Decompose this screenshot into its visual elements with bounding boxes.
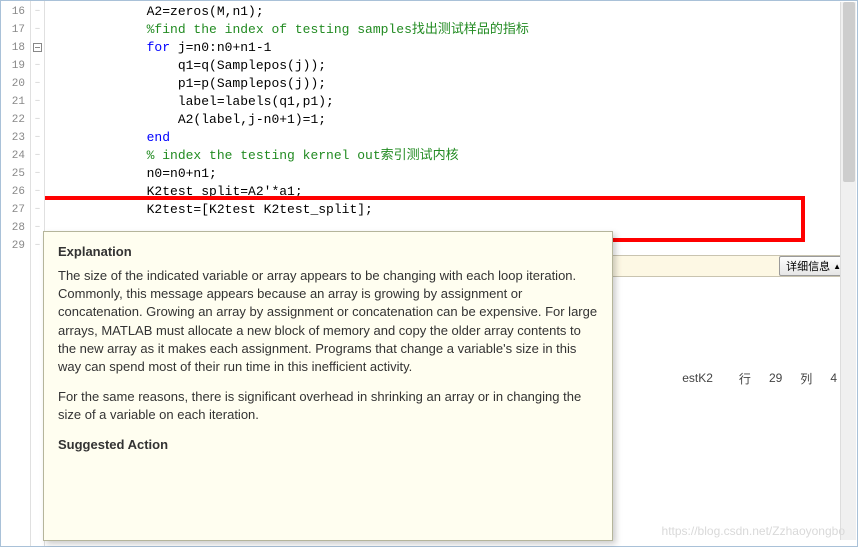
tooltip-heading: Suggested Action (58, 437, 598, 452)
code-text: A2(label,j-n0+1)=1; (178, 112, 326, 127)
line-number: 16 (1, 3, 25, 21)
code-comment: % index the testing kernel out索引测试内核 (147, 148, 459, 163)
code-text: n0=n0+n1; (147, 166, 217, 181)
line-number: 24 (1, 147, 25, 165)
vertical-scrollbar[interactable] (840, 2, 856, 540)
watermark-text: https://blog.csdn.net/Zzhaoyongbo (662, 524, 845, 538)
code-text: K2test=[K2test K2test_split]; (147, 202, 373, 217)
code-text: q1=q(Samplepos(j)); (178, 58, 326, 73)
line-number: 25 (1, 165, 25, 183)
code-keyword: for (147, 40, 170, 55)
fold-dash: – (31, 201, 44, 219)
status-line-value: 29 (769, 371, 782, 385)
line-number: 17 (1, 21, 25, 39)
fold-toggle[interactable] (31, 39, 44, 57)
line-number: 19 (1, 57, 25, 75)
line-number: 27 (1, 201, 25, 219)
fold-dash: – (31, 57, 44, 75)
editor-frame: 16 17 18 19 20 21 22 23 24 25 26 27 28 2… (0, 0, 858, 547)
status-line-label: 行 (739, 370, 751, 387)
explanation-tooltip: Explanation The size of the indicated va… (43, 231, 613, 541)
fold-dash: – (31, 75, 44, 93)
fold-minus-icon (33, 43, 42, 52)
status-bar: estK2 行 29 列 4 (674, 369, 837, 387)
fold-dash: – (31, 93, 44, 111)
fold-dash: – (31, 129, 44, 147)
fold-dash: – (31, 21, 44, 39)
tooltip-heading: Explanation (58, 244, 598, 259)
fold-dash: – (31, 3, 44, 21)
line-number: 18 (1, 39, 25, 57)
code-text: p1=p(Samplepos(j)); (178, 76, 326, 91)
fold-dash: – (31, 165, 44, 183)
line-number: 28 (1, 219, 25, 237)
line-number: 21 (1, 93, 25, 111)
status-tab-name[interactable]: estK2 (674, 369, 721, 387)
code-comment: %find the index of testing samples找出测试样品… (147, 22, 529, 37)
fold-dash: – (31, 111, 44, 129)
tooltip-paragraph: For the same reasons, there is significa… (58, 388, 598, 424)
fold-dash: – (31, 147, 44, 165)
line-number: 20 (1, 75, 25, 93)
fold-dash: – (31, 183, 44, 201)
line-number: 23 (1, 129, 25, 147)
status-col-label: 列 (800, 370, 812, 387)
code-keyword: end (147, 130, 170, 145)
details-button[interactable]: 详细信息 ▲ (779, 256, 848, 276)
line-number: 29 (1, 237, 25, 255)
tooltip-paragraph: The size of the indicated variable or ar… (58, 267, 598, 376)
details-button-label: 详细信息 (786, 258, 830, 274)
code-text: A2=zeros(M,n1); (147, 4, 264, 19)
code-text: j=n0:n0+n1-1 (170, 40, 271, 55)
status-col-value: 4 (830, 371, 837, 385)
line-number: 22 (1, 111, 25, 129)
line-number-gutter: 16 17 18 19 20 21 22 23 24 25 26 27 28 2… (1, 1, 31, 546)
scrollbar-thumb[interactable] (843, 2, 855, 182)
line-number: 26 (1, 183, 25, 201)
code-text: label=labels(q1,p1); (178, 94, 334, 109)
code-text: K2test_split=A2'*a1; (147, 184, 303, 199)
